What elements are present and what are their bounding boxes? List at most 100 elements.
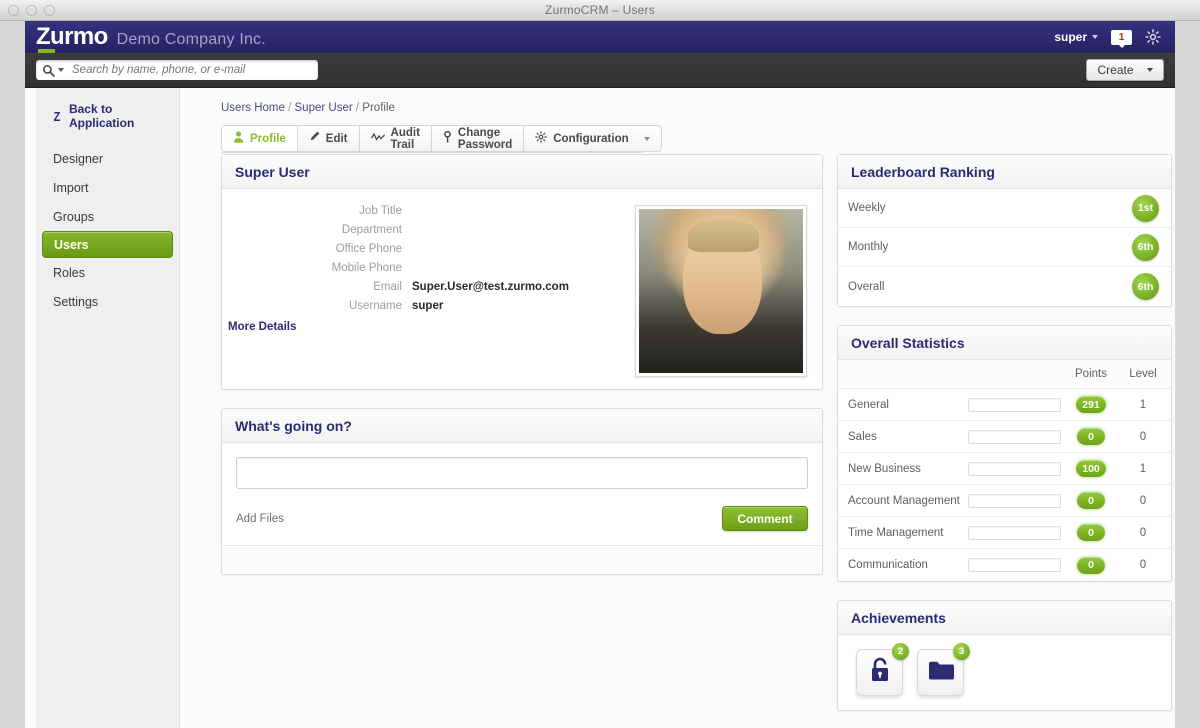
- sidebar-item-groups[interactable]: Groups: [42, 202, 173, 231]
- achievement-unlocked-padlock[interactable]: 2: [856, 649, 903, 696]
- comment-textarea[interactable]: [236, 457, 808, 489]
- stat-level: 0: [1117, 495, 1169, 507]
- window-controls[interactable]: [8, 5, 55, 16]
- stat-name: General: [838, 399, 968, 411]
- user-menu-label: super: [1054, 30, 1087, 44]
- points-badge: 0: [1077, 428, 1105, 445]
- stat-progress: [968, 494, 1065, 508]
- achievement-count-badge: 2: [892, 643, 909, 660]
- leaderboard-row-monthly: Monthly 6th: [838, 228, 1171, 267]
- body-wrapper: Z Back to Application Designer Import Gr…: [25, 88, 1175, 728]
- app-container: Zurmo Demo Company Inc. super 1: [25, 21, 1175, 728]
- leaderboard-title: Leaderboard Ranking: [838, 155, 1171, 189]
- gear-icon[interactable]: [1145, 29, 1161, 45]
- avatar-photo: [639, 209, 803, 373]
- overall-statistics-title: Overall Statistics: [838, 326, 1171, 360]
- tab-change-password[interactable]: Change Password: [431, 125, 523, 152]
- tab-profile[interactable]: Profile: [221, 125, 297, 152]
- stat-level: 1: [1117, 463, 1169, 475]
- overall-statistics-panel: Overall Statistics Points Level General …: [837, 325, 1172, 582]
- stat-level: 0: [1117, 559, 1169, 571]
- zoom-button[interactable]: [44, 5, 55, 16]
- sidebar-item-designer[interactable]: Designer: [42, 144, 173, 173]
- sidebar-item-settings[interactable]: Settings: [42, 287, 173, 316]
- sidebar-item-import[interactable]: Import: [42, 173, 173, 202]
- create-button[interactable]: Create: [1086, 59, 1164, 81]
- stat-name: Communication: [838, 559, 968, 571]
- back-to-application-link[interactable]: Z Back to Application: [36, 88, 179, 144]
- profile-panel: Super User Job Title Department: [221, 154, 823, 390]
- stat-name: Account Management: [838, 495, 968, 507]
- sidebar-item-label: Import: [53, 181, 88, 195]
- chevron-down-icon[interactable]: [644, 137, 650, 141]
- whats-going-on-actions: Add Files Comment: [236, 494, 808, 545]
- add-files-link[interactable]: Add Files: [236, 513, 284, 525]
- progress-bar: [968, 430, 1061, 444]
- breadcrumb-separator: /: [288, 102, 291, 114]
- search-icon: [42, 64, 55, 77]
- search-input[interactable]: [72, 64, 312, 76]
- field-job-title: Job Title: [222, 205, 602, 217]
- close-button[interactable]: [8, 5, 19, 16]
- breadcrumb-separator: /: [356, 102, 359, 114]
- progress-bar: [968, 558, 1061, 572]
- sidebar-item-label: Designer: [53, 152, 103, 166]
- leaderboard-label: Monthly: [848, 241, 888, 253]
- progress-bar: [968, 462, 1061, 476]
- stat-name: Sales: [838, 431, 968, 443]
- stat-name: New Business: [838, 463, 968, 475]
- header-right-controls: super 1: [1054, 29, 1161, 45]
- stat-progress: [968, 398, 1065, 412]
- tab-bar: Profile Edit: [221, 125, 643, 153]
- person-icon: [233, 131, 244, 146]
- sidebar-item-label: Roles: [53, 266, 85, 280]
- field-label: Office Phone: [222, 243, 412, 255]
- achievements-panel: Achievements: [837, 600, 1172, 711]
- whats-going-on-title: What's going on?: [222, 409, 822, 443]
- zurmo-logo[interactable]: Zurmo: [36, 25, 108, 49]
- search-scope-chevron-down-icon[interactable]: [58, 68, 64, 72]
- table-row: New Business 100 1: [838, 453, 1171, 485]
- breadcrumb-item-users-home[interactable]: Users Home: [221, 102, 285, 114]
- search-bar-strip: Create: [25, 53, 1175, 88]
- page-background: Zurmo Demo Company Inc. super 1: [0, 21, 1200, 728]
- unlocked-padlock-icon: [869, 657, 891, 688]
- leaderboard-row-weekly: Weekly 1st: [838, 189, 1171, 228]
- more-details-link[interactable]: More Details: [228, 321, 602, 333]
- column-header-level: Level: [1117, 368, 1169, 380]
- global-search[interactable]: [36, 60, 318, 80]
- sidebar-item-label: Settings: [53, 295, 98, 309]
- achievements-body: 2 3: [838, 635, 1171, 710]
- stat-level: 0: [1117, 431, 1169, 443]
- chevron-down-icon: [1147, 68, 1153, 72]
- tab-configuration[interactable]: Configuration: [523, 125, 661, 152]
- brand-area[interactable]: Zurmo Demo Company Inc.: [36, 25, 266, 49]
- tab-audit-trail[interactable]: Audit Trail: [359, 125, 431, 152]
- comment-button[interactable]: Comment: [722, 506, 808, 531]
- rank-badge: 1st: [1132, 195, 1159, 222]
- minimize-button[interactable]: [26, 5, 37, 16]
- field-label: Department: [222, 224, 412, 236]
- chevron-down-icon: [1092, 35, 1098, 39]
- leaderboard-label: Weekly: [848, 202, 886, 214]
- app-header: Zurmo Demo Company Inc. super 1: [25, 21, 1175, 53]
- tab-label: Configuration: [553, 133, 628, 145]
- points-badge: 0: [1077, 524, 1105, 541]
- user-menu[interactable]: super: [1054, 30, 1098, 44]
- breadcrumb: Users Home / Super User / Profile: [196, 88, 1175, 114]
- achievement-folder[interactable]: 3: [917, 649, 964, 696]
- tab-edit[interactable]: Edit: [297, 125, 359, 152]
- sidebar-item-users[interactable]: Users: [42, 231, 173, 258]
- field-value: Super.User@test.zurmo.com: [412, 281, 569, 293]
- notifications-badge[interactable]: 1: [1111, 30, 1132, 45]
- sidebar-item-roles[interactable]: Roles: [42, 258, 173, 287]
- points-badge: 0: [1077, 492, 1105, 509]
- statistics-header-row: Points Level: [838, 360, 1171, 389]
- stat-points-cell: 0: [1065, 492, 1117, 509]
- table-row: Time Management 0 0: [838, 517, 1171, 549]
- right-column: Leaderboard Ranking Weekly 1st Monthly 6…: [837, 154, 1172, 711]
- breadcrumb-item-super-user[interactable]: Super User: [295, 102, 353, 114]
- whats-going-on-body: Add Files Comment: [222, 443, 822, 545]
- logo-text: Zurmo: [36, 23, 108, 50]
- tab-label: Profile: [250, 133, 286, 145]
